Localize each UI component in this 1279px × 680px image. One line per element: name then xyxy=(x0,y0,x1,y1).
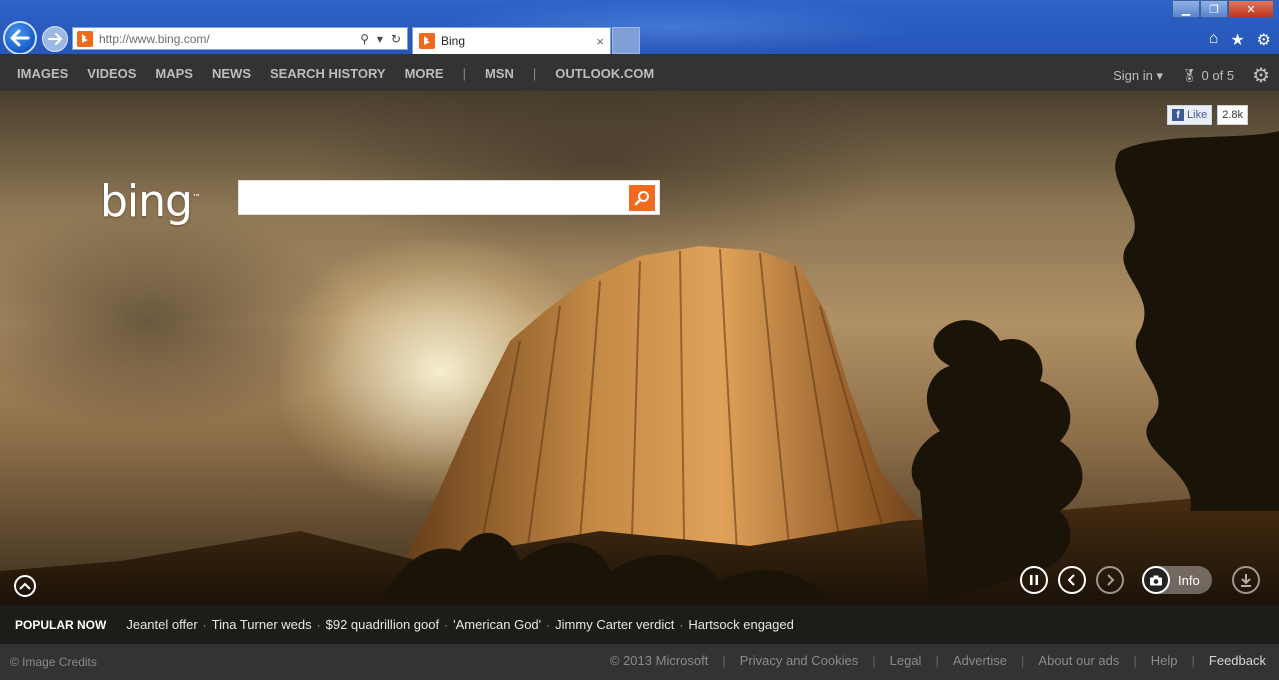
address-bar[interactable]: http://www.bing.com/ ⚲ ▾ ↻ xyxy=(72,27,408,50)
back-button[interactable] xyxy=(3,21,37,55)
tab-bing[interactable]: Bing × xyxy=(412,27,611,54)
bullet-separator: · xyxy=(546,617,551,632)
rewards-counter[interactable]: 🏅︎ 0 of 5 xyxy=(1181,68,1234,84)
download-icon xyxy=(1241,574,1251,587)
search-icon xyxy=(634,190,649,205)
chevron-up-icon xyxy=(19,582,31,590)
footer-link-privacy[interactable]: Privacy and Cookies xyxy=(740,653,859,668)
window-controls: ▁ ❐ ✕ xyxy=(1172,0,1274,18)
page-footer: © Image Credits © 2013 Microsoft | Priva… xyxy=(0,644,1279,680)
sign-in-label: Sign in xyxy=(1113,67,1153,83)
settings-gear-icon[interactable]: ⚙ xyxy=(1252,63,1270,88)
close-window-button[interactable]: ✕ xyxy=(1228,0,1274,18)
facebook-like-button[interactable]: f Like xyxy=(1167,105,1213,125)
bullet-separator: · xyxy=(202,617,207,632)
footer-link-legal[interactable]: Legal xyxy=(890,653,922,668)
home-icon[interactable]: ⌂ xyxy=(1209,30,1219,50)
bing-logo-tm: ™ xyxy=(191,193,201,204)
nav-search-history[interactable]: SEARCH HISTORY xyxy=(270,66,386,81)
popular-item[interactable]: $92 quadrillion goof xyxy=(326,617,439,632)
popular-now-heading: POPULAR NOW xyxy=(15,617,107,632)
image-credits-link[interactable]: © Image Credits xyxy=(10,655,97,669)
tab-title: Bing xyxy=(441,34,466,48)
facebook-icon: f xyxy=(1172,109,1185,121)
search-input[interactable] xyxy=(239,181,629,214)
dropdown-icon[interactable]: ▾ xyxy=(377,32,383,46)
homepage-hero-image: f Like 2.8k bing™ Info xyxy=(0,91,1279,605)
chevron-right-icon xyxy=(1107,574,1115,586)
minimize-button[interactable]: ▁ xyxy=(1172,0,1200,18)
footer-separator: | xyxy=(1191,653,1195,668)
bing-favicon-icon xyxy=(77,30,93,47)
popular-item[interactable]: 'American God' xyxy=(453,617,541,632)
nav-separator: | xyxy=(532,66,537,81)
expand-up-button[interactable] xyxy=(14,575,36,597)
bullet-separator: · xyxy=(316,617,321,632)
refresh-icon[interactable]: ↻ xyxy=(391,32,401,46)
chevron-left-icon xyxy=(1067,574,1075,586)
browser-tools: ⌂ ★ ⚙ xyxy=(1209,30,1271,50)
footer-separator: | xyxy=(1133,653,1137,668)
nav-news[interactable]: NEWS xyxy=(212,66,251,81)
bing-logo-text: bing xyxy=(100,176,193,227)
facebook-like-label: Like xyxy=(1187,109,1208,121)
nav-msn[interactable]: MSN xyxy=(485,66,514,81)
browser-chrome: http://www.bing.com/ ⚲ ▾ ↻ Bing × ▁ ❐ ✕ … xyxy=(0,0,1279,55)
pause-button[interactable] xyxy=(1020,566,1048,594)
footer-link-advertise[interactable]: Advertise xyxy=(953,653,1007,668)
nav-outlook[interactable]: OUTLOOK.COM xyxy=(555,66,654,81)
forward-button[interactable] xyxy=(42,26,68,52)
footer-separator: | xyxy=(935,653,939,668)
tab-close-icon[interactable]: × xyxy=(596,34,604,49)
bing-favicon-icon xyxy=(419,33,435,49)
bullet-separator: · xyxy=(679,617,684,632)
rewards-medal-icon: 🏅︎ xyxy=(1181,67,1198,83)
footer-link-help[interactable]: Help xyxy=(1151,653,1178,668)
download-wallpaper-button[interactable] xyxy=(1232,566,1260,594)
image-info-button[interactable]: Info xyxy=(1142,566,1212,594)
new-tab-button[interactable] xyxy=(612,27,640,54)
info-label: Info xyxy=(1178,572,1200,588)
pause-icon xyxy=(1030,575,1038,585)
footer-separator: | xyxy=(872,653,876,668)
next-image-button[interactable] xyxy=(1096,566,1124,594)
favorites-star-icon[interactable]: ★ xyxy=(1230,30,1244,50)
back-arrow-icon xyxy=(10,29,30,47)
footer-link-about-ads[interactable]: About our ads xyxy=(1038,653,1119,668)
pine-trees-silhouette xyxy=(380,131,1279,605)
address-url[interactable]: http://www.bing.com/ xyxy=(99,32,360,46)
nav-maps[interactable]: MAPS xyxy=(155,66,193,81)
popular-now-bar: POPULAR NOW Jeantel offer · Tina Turner … xyxy=(0,605,1279,644)
camera-icon xyxy=(1142,566,1170,594)
search-icon[interactable]: ⚲ xyxy=(360,32,369,46)
search-button[interactable] xyxy=(629,184,655,211)
popular-item[interactable]: Tina Turner weds xyxy=(212,617,312,632)
bullet-separator: · xyxy=(444,617,449,632)
feedback-link[interactable]: Feedback xyxy=(1209,653,1266,668)
chevron-down-icon: ▾ xyxy=(1156,67,1164,83)
nav-images[interactable]: IMAGES xyxy=(17,66,68,81)
popular-item[interactable]: Jimmy Carter verdict xyxy=(555,617,674,632)
footer-separator: | xyxy=(1021,653,1025,668)
copyright-text: © 2013 Microsoft xyxy=(609,653,709,668)
nav-more[interactable]: MORE xyxy=(405,66,444,81)
bing-logo: bing™ xyxy=(100,176,201,227)
previous-image-button[interactable] xyxy=(1058,566,1086,594)
bing-top-nav: IMAGES VIDEOS MAPS NEWS SEARCH HISTORY M… xyxy=(0,54,1279,91)
search-box xyxy=(238,180,660,215)
restore-button[interactable]: ❐ xyxy=(1200,0,1228,18)
facebook-like: f Like 2.8k xyxy=(1167,105,1248,125)
popular-item[interactable]: Jeantel offer xyxy=(126,617,197,632)
forward-arrow-icon xyxy=(48,33,62,45)
sign-in-link[interactable]: Sign in ▾ xyxy=(1113,68,1163,84)
popular-item[interactable]: Hartsock engaged xyxy=(688,617,794,632)
rewards-count: 0 of 5 xyxy=(1201,68,1235,83)
tools-gear-icon[interactable]: ⚙ xyxy=(1257,30,1271,50)
nav-separator: | xyxy=(462,66,466,81)
nav-videos[interactable]: VIDEOS xyxy=(87,66,136,81)
facebook-like-count: 2.8k xyxy=(1217,105,1248,125)
footer-separator: | xyxy=(722,653,726,668)
